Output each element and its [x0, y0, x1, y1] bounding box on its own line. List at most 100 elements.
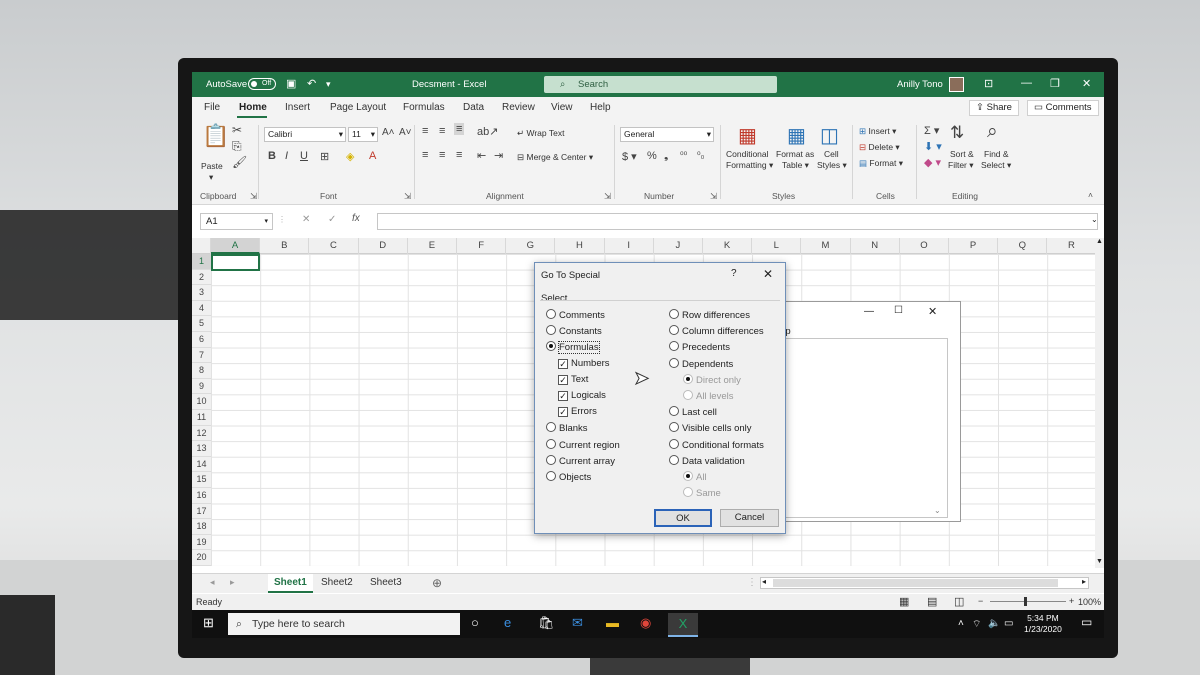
left-option[interactable]: ✓ Numbers: [558, 358, 610, 369]
restore-icon[interactable]: ❐: [1050, 77, 1060, 90]
clock[interactable]: 5:34 PM 1/23/2020: [1024, 613, 1062, 635]
left-option[interactable]: Comments: [546, 309, 605, 321]
radio-button-icon[interactable]: [669, 309, 679, 319]
column-header[interactable]: H: [555, 238, 605, 254]
find-select-label-1[interactable]: Find &: [984, 149, 1009, 159]
column-header[interactable]: J: [654, 238, 703, 254]
radio-button-icon[interactable]: [669, 422, 679, 433]
menu-file[interactable]: File: [204, 102, 220, 113]
increase-decimal-icon[interactable]: ⁰⁰: [680, 150, 687, 161]
bg-minimize-icon[interactable]: —: [864, 306, 874, 317]
notifications-icon[interactable]: ▭: [1081, 615, 1092, 629]
collapse-ribbon-icon[interactable]: ˄: [1088, 190, 1093, 200]
align-middle-icon[interactable]: ≡: [439, 125, 445, 137]
excel-taskbar-icon[interactable]: X: [668, 613, 698, 637]
left-option[interactable]: Blanks: [546, 422, 588, 434]
page-break-view-icon[interactable]: ◫: [954, 595, 964, 608]
number-format-select[interactable]: General ▾: [620, 127, 714, 142]
share-button[interactable]: ⇪ Share: [969, 100, 1019, 116]
undo-icon[interactable]: ↶: [307, 77, 316, 90]
cell-styles-label-1[interactable]: Cell: [824, 149, 839, 159]
windows-start-icon[interactable]: ⊞: [203, 615, 214, 631]
row-header[interactable]: 5: [192, 316, 211, 332]
clear-icon[interactable]: ◆ ▾: [924, 156, 941, 169]
left-option[interactable]: Objects: [546, 471, 591, 483]
decrease-font-icon[interactable]: A˅: [399, 127, 412, 138]
row-header[interactable]: 17: [192, 503, 211, 520]
sort-filter-icon[interactable]: ⇅: [950, 123, 964, 143]
column-header[interactable]: A: [211, 238, 261, 254]
cell-styles-icon[interactable]: ◫: [820, 123, 839, 148]
insert-function-icon[interactable]: fx: [352, 213, 360, 224]
find-select-label-2[interactable]: Select ▾: [981, 160, 1011, 171]
alignment-launcher-icon[interactable]: ⇲: [604, 191, 611, 202]
left-option[interactable]: Current array: [546, 454, 615, 467]
horizontal-scrollbar[interactable]: ◂ ▸: [760, 577, 1089, 589]
column-header[interactable]: B: [260, 238, 310, 254]
checkbox-icon[interactable]: ✓: [558, 391, 568, 401]
right-option[interactable]: Visible cells only: [669, 422, 752, 434]
menu-review[interactable]: Review: [502, 102, 535, 113]
clipboard-launcher-icon[interactable]: ⇲: [250, 191, 257, 202]
right-option[interactable]: Conditional formats: [669, 438, 764, 451]
fill-color-icon[interactable]: ◈: [346, 150, 354, 163]
next-sheet-icon[interactable]: ▸: [230, 577, 235, 588]
sort-filter-label-1[interactable]: Sort &: [950, 149, 974, 159]
menu-insert[interactable]: Insert: [285, 102, 310, 113]
task-view-icon[interactable]: ○: [471, 615, 479, 630]
align-bottom-icon[interactable]: ≡: [454, 123, 465, 135]
row-header[interactable]: 16: [192, 488, 211, 504]
radio-button-icon[interactable]: [669, 357, 679, 368]
cancel-button[interactable]: Cancel: [720, 509, 779, 527]
row-header[interactable]: 6: [192, 332, 211, 348]
store-icon[interactable]: 🛍: [538, 615, 555, 631]
row-header[interactable]: 18: [192, 519, 211, 535]
zoom-slider-thumb[interactable]: [1024, 597, 1027, 606]
borders-icon[interactable]: ⊞: [320, 150, 329, 163]
align-center-icon[interactable]: ≡: [439, 149, 445, 161]
sheet-tab-2[interactable]: Sheet2: [315, 574, 359, 593]
column-header[interactable]: I: [605, 238, 654, 254]
align-top-icon[interactable]: ≡: [422, 125, 428, 137]
row-header[interactable]: 2: [192, 269, 211, 286]
checkbox-icon[interactable]: ✓: [558, 407, 568, 418]
radio-button-icon[interactable]: [669, 454, 679, 465]
radio-button-icon[interactable]: [546, 422, 556, 433]
currency-icon[interactable]: $ ▾: [622, 150, 637, 163]
minimize-icon[interactable]: —: [1021, 77, 1032, 89]
cancel-entry-icon[interactable]: ✕: [302, 214, 310, 225]
menu-view[interactable]: View: [551, 102, 573, 113]
row-header[interactable]: 8: [192, 363, 211, 379]
column-header[interactable]: P: [949, 238, 999, 254]
right-option[interactable]: Row differences: [669, 309, 750, 321]
radio-button-icon[interactable]: [546, 471, 556, 481]
radio-button-icon[interactable]: [546, 454, 556, 465]
column-header[interactable]: M: [801, 238, 851, 254]
row-header[interactable]: 19: [192, 534, 211, 551]
row-header[interactable]: 20: [192, 550, 211, 566]
network-icon[interactable]: ⌔: [972, 618, 981, 631]
menu-help[interactable]: Help: [590, 102, 611, 113]
menu-page-layout[interactable]: Page Layout: [330, 102, 386, 113]
prev-sheet-icon[interactable]: ◂: [210, 577, 215, 588]
quick-access-dropdown-icon[interactable]: ▾: [326, 79, 331, 90]
normal-view-icon[interactable]: ▦: [899, 595, 909, 608]
format-as-table-label-2[interactable]: Table ▾: [782, 160, 809, 171]
conditional-formatting-label-2[interactable]: Formatting ▾: [726, 160, 773, 171]
tabs-splitter-icon[interactable]: ⋮: [747, 577, 757, 588]
number-launcher-icon[interactable]: ⇲: [710, 191, 717, 202]
left-option[interactable]: ✓ Text: [558, 374, 588, 385]
search-box[interactable]: ⌕ Search: [544, 76, 777, 93]
column-header[interactable]: O: [900, 238, 949, 254]
zoom-slider[interactable]: [990, 601, 1066, 602]
percent-icon[interactable]: %: [647, 150, 657, 162]
column-header[interactable]: Q: [998, 238, 1048, 254]
wrap-text-button[interactable]: ↵ Wrap Text: [517, 128, 564, 139]
paste-icon[interactable]: 📋: [202, 123, 229, 149]
zoom-in-icon[interactable]: +: [1069, 596, 1074, 606]
paste-label[interactable]: Paste: [201, 161, 223, 171]
menu-formulas[interactable]: Formulas: [403, 102, 445, 113]
autosum-icon[interactable]: Σ ▾: [924, 124, 939, 137]
ribbon-display-icon[interactable]: ⊡: [984, 77, 993, 90]
zoom-out-icon[interactable]: −: [978, 596, 983, 606]
